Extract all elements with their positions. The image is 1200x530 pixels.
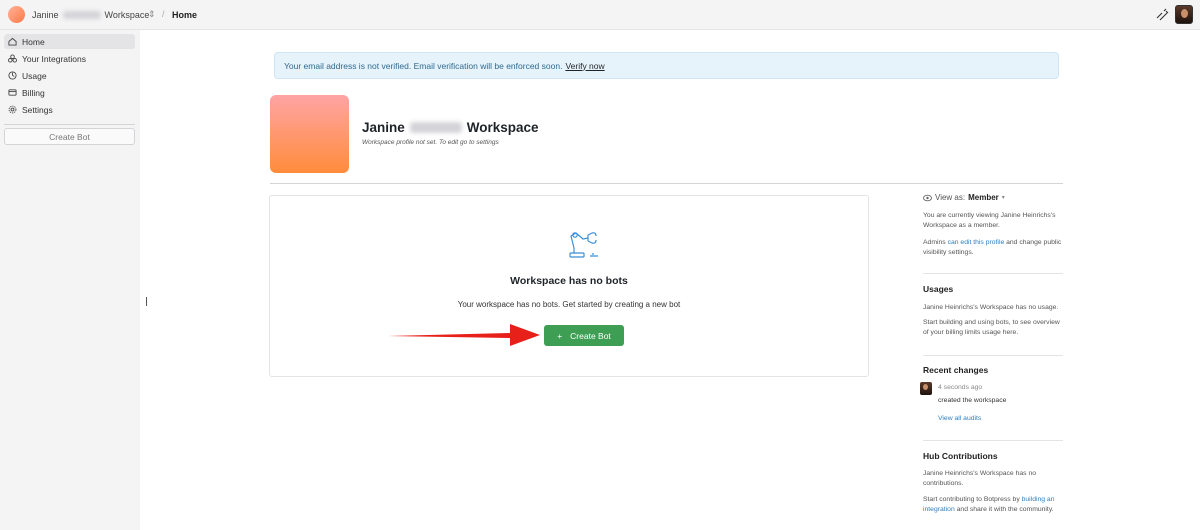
- sidebar-create-bot-button[interactable]: Create Bot: [4, 128, 135, 145]
- user-avatar[interactable]: [1175, 5, 1193, 24]
- chevron-updown-icon[interactable]: ⇕: [148, 9, 156, 20]
- breadcrumb-home[interactable]: Home: [172, 10, 197, 20]
- hub-post: and share it with the community.: [956, 506, 1054, 513]
- panel-divider: [923, 273, 1063, 274]
- breadcrumb-separator: /: [162, 9, 165, 19]
- eye-icon: [923, 194, 932, 201]
- header-divider: [270, 183, 1063, 184]
- workspace-avatar[interactable]: [8, 6, 25, 23]
- edit-profile-link[interactable]: can edit this profile: [948, 239, 1005, 246]
- workspace-title: Janine Workspace: [362, 120, 539, 135]
- usages-heading: Usages: [923, 284, 954, 294]
- viewing-as-text: You are currently viewing Janine Heinric…: [923, 212, 1056, 229]
- billing-icon: [8, 89, 17, 96]
- view-all-audits-link[interactable]: View all audits: [938, 414, 981, 424]
- empty-state-title: Workspace has no bots: [510, 275, 628, 287]
- view-as-dropdown[interactable]: View as: Member ▾: [923, 193, 1005, 202]
- recent-changes-heading: Recent changes: [923, 365, 989, 375]
- panel-divider: [923, 440, 1063, 441]
- hub-contribute-text: Start contributing to Botpress by buildi…: [923, 495, 1065, 515]
- change-text: created the workspace: [938, 397, 1007, 404]
- workspace-title-first: Janine: [362, 120, 405, 135]
- create-bot-button[interactable]: + Create Bot: [544, 325, 624, 346]
- sidebar-divider: [4, 124, 135, 125]
- hub-pre: Start contributing to Botpress by: [923, 496, 1020, 503]
- view-as-label: View as:: [935, 193, 966, 202]
- robot-arm-icon: [569, 232, 598, 258]
- verify-now-link[interactable]: Verify now: [565, 61, 604, 71]
- workspace-switcher[interactable]: Janine Workspace: [32, 10, 149, 20]
- sidebar-item-settings[interactable]: Settings: [4, 102, 135, 117]
- text-cursor: [146, 297, 147, 306]
- redacted-name: [62, 11, 101, 19]
- panel-divider: [923, 355, 1063, 356]
- redacted-title: [409, 122, 462, 133]
- workspace-profile-image: [270, 95, 349, 173]
- change-author-avatar: [920, 382, 932, 395]
- view-as-value: Member: [968, 193, 999, 202]
- workspace-first-name: Janine: [32, 10, 59, 20]
- workspace-subtitle: Workspace profile not set. To edit go to…: [362, 139, 499, 146]
- sidebar: Home Your Integrations Usage Billing Set…: [0, 30, 140, 530]
- integrations-icon: [8, 54, 17, 63]
- hub-contributions-heading: Hub Contributions: [923, 451, 998, 461]
- settings-icon: [8, 105, 17, 114]
- usages-text-2: Start building and using bots, to see ov…: [923, 319, 1060, 336]
- home-icon: [8, 37, 17, 46]
- sidebar-item-label: Home: [22, 36, 45, 47]
- workspace-title-last: Workspace: [466, 120, 539, 135]
- empty-bots-card: Workspace has no bots Your workspace has…: [269, 195, 869, 377]
- chevron-down-icon: ▾: [1001, 195, 1005, 201]
- sidebar-item-home[interactable]: Home: [4, 34, 135, 49]
- plus-icon: +: [557, 330, 563, 341]
- admins-pre: Admins: [923, 239, 946, 246]
- usages-text: Janine Heinrichs's Workspace has no usag…: [923, 304, 1059, 311]
- workspace-suffix: Workspace: [104, 10, 150, 20]
- create-bot-label: Create Bot: [570, 330, 611, 341]
- sidebar-item-usage[interactable]: Usage: [4, 68, 135, 83]
- hub-text: Janine Heinrichs's Workspace has no cont…: [923, 470, 1036, 487]
- email-verification-banner: Your email address is not verified. Emai…: [274, 52, 1059, 79]
- top-bar: Janine Workspace ⇕ / Home: [0, 0, 1200, 30]
- sidebar-item-label: Settings: [22, 104, 53, 115]
- sidebar-item-integrations[interactable]: Your Integrations: [4, 51, 135, 66]
- sparkle-icon[interactable]: [1155, 8, 1169, 22]
- empty-state-description: Your workspace has no bots. Get started …: [457, 300, 681, 309]
- admins-text: Admins can edit this profile and change …: [923, 238, 1063, 258]
- sidebar-item-label: Billing: [22, 87, 45, 98]
- banner-text: Your email address is not verified. Emai…: [284, 60, 563, 71]
- red-arrow-annotation: [388, 324, 540, 346]
- usage-icon: [8, 71, 17, 80]
- change-time: 4 seconds ago: [938, 384, 983, 391]
- sidebar-item-billing[interactable]: Billing: [4, 85, 135, 100]
- sidebar-item-label: Usage: [22, 70, 47, 81]
- sidebar-item-label: Your Integrations: [22, 53, 86, 64]
